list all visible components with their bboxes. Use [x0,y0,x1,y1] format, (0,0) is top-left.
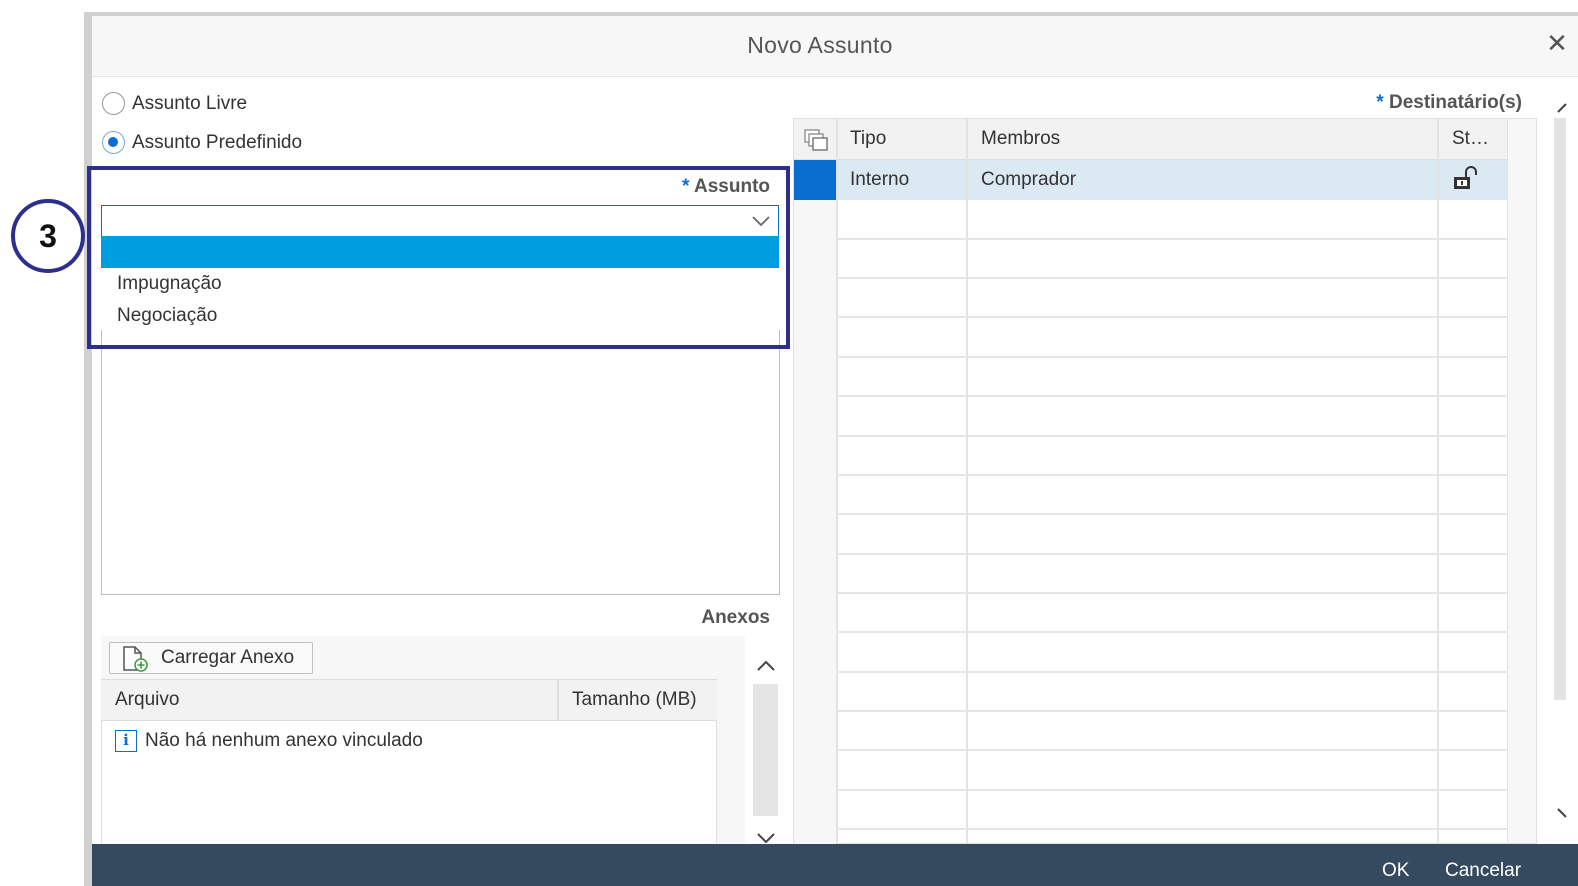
chevron-down-icon[interactable] [1556,805,1568,823]
required-asterisk: * [682,176,690,197]
upload-attachment-label[interactable]: Carregar Anexo [161,642,294,674]
assunto-label-text: Assunto [694,176,770,197]
destinatarios-label-text: Destinatário(s) [1388,92,1522,113]
column-header-status[interactable]: St… [1452,119,1489,159]
grid-line [836,474,1508,476]
radio-assunto-predefinido[interactable] [102,131,125,154]
column-separator [557,680,559,720]
step-number-badge: 3 [11,199,85,273]
destinatarios-label: * Destinatário(s) [1300,92,1522,114]
dialog-scrollbar[interactable] [1554,118,1566,700]
grid-line [836,277,1508,279]
column-header-arquivo[interactable]: Arquivo [115,680,179,720]
unlocked-padlock-icon [1454,166,1477,189]
grid-line [836,395,1508,397]
cell-tipo: Interno [850,169,910,190]
chevron-down-icon[interactable] [748,208,774,234]
dialog-title: Novo Assunto [747,32,893,58]
cell-membros: Comprador [981,169,1077,190]
close-icon[interactable]: ✕ [1544,28,1570,58]
assunto-select[interactable] [101,205,779,237]
grid-line [836,119,838,844]
dropdown-option-empty[interactable] [101,236,779,268]
add-file-icon [123,646,148,672]
grid-line [836,238,1508,240]
dialog-footer [92,844,1578,886]
row-selector-column [794,160,836,844]
anexos-label: Anexos [701,607,770,628]
radio-assunto-livre[interactable] [102,92,125,115]
message-textarea[interactable] [101,330,780,595]
column-header-membros[interactable]: Membros [981,119,1060,159]
attachments-scrollbar[interactable] [753,684,778,816]
scroll-down-icon[interactable] [754,830,778,844]
grid-line [836,710,1508,712]
grid-line [836,435,1508,437]
grid-line [836,592,1508,594]
scroll-up-icon[interactable] [754,654,778,676]
row-selector-selected[interactable] [794,160,836,200]
grid-line [1437,119,1439,844]
info-icon: i [115,730,137,752]
grid-line [836,513,1508,515]
grid-line [836,356,1508,358]
grid-line [966,119,968,844]
table-row[interactable] [836,160,1508,200]
grid-line [836,316,1508,318]
dropdown-option-negociacao[interactable]: Negociação [101,300,779,332]
grid-line [836,553,1508,555]
dropdown-option-impugnacao[interactable]: Impugnação [101,268,779,300]
recipients-table-header [794,119,1508,160]
grid-line [836,789,1508,791]
assunto-label: * Assunto [560,176,770,198]
column-header-tipo[interactable]: Tipo [850,119,886,159]
ok-button[interactable]: OK [1382,860,1409,882]
grid-line [836,631,1508,633]
cancel-button[interactable]: Cancelar [1445,860,1521,882]
select-all-icon[interactable] [803,128,829,152]
grid-line [836,671,1508,673]
attachments-empty-message: Não há nenhum anexo vinculado [145,730,423,751]
required-asterisk: * [1376,92,1384,113]
radio-assunto-predefinido-label[interactable]: Assunto Predefinido [132,132,302,154]
recipients-scrollbar-area [1508,119,1536,843]
column-header-tamanho[interactable]: Tamanho (MB) [572,680,697,720]
radio-assunto-livre-label[interactable]: Assunto Livre [132,93,247,115]
grid-line [836,828,1508,830]
grid-line [836,749,1508,751]
chevron-up-icon[interactable] [1556,98,1568,116]
recipients-table [793,118,1537,844]
